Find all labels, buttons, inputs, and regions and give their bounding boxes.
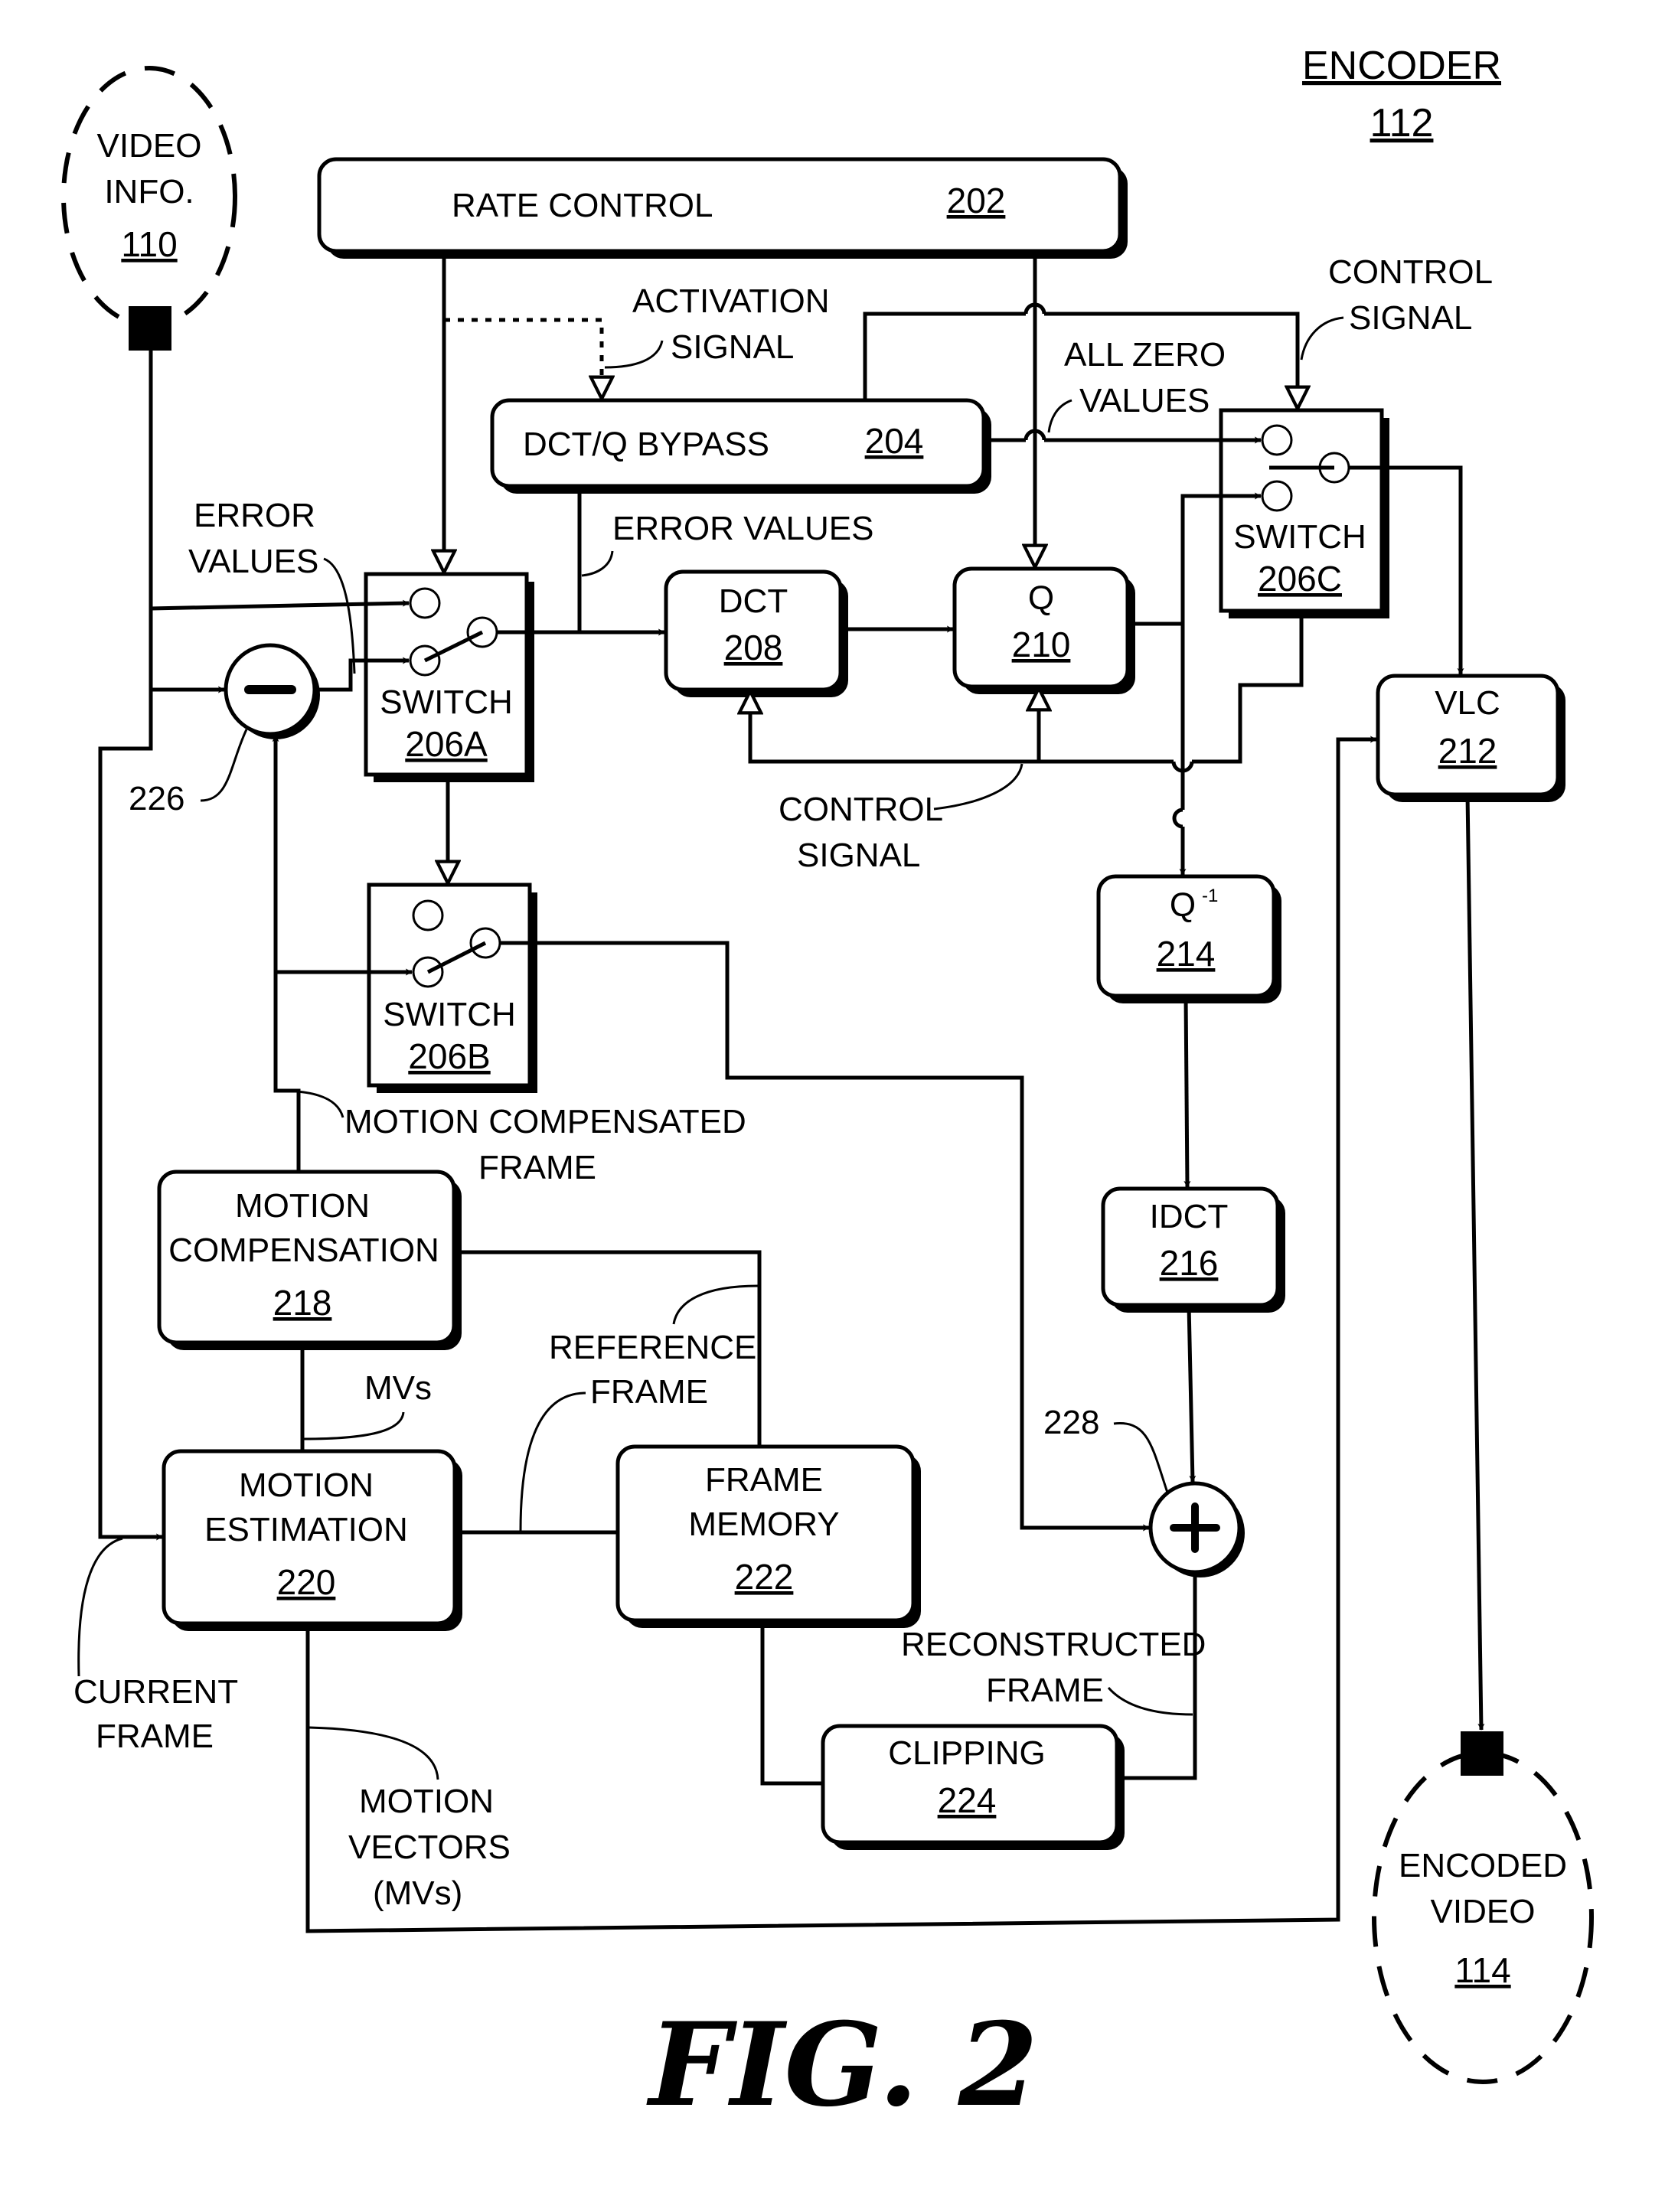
reconstructed-frame-line2: FRAME [986,1672,1104,1709]
current-frame-line2: FRAME [96,1718,214,1755]
vlc-number: 212 [1438,731,1497,771]
video-info-line2: INFO. [104,173,194,210]
motion-estimation-block[interactable]: MOTION ESTIMATION 220 [162,1449,462,1631]
idct-label: IDCT [1150,1198,1229,1235]
control-signal-top-line1: CONTROL [1328,253,1493,291]
activation-signal-line2: SIGNAL [671,328,794,366]
motion-compensation-block[interactable]: MOTION COMPENSATION 218 [157,1170,462,1350]
switch-c-label: SWITCH [1233,518,1366,556]
frame-memory-line2: MEMORY [688,1506,839,1543]
vlc-label: VLC [1435,684,1500,722]
reference-frame-line2: FRAME [590,1373,708,1411]
switch-206b-block[interactable]: SWITCH 206B [367,883,537,1093]
dct-label: DCT [719,582,788,620]
quantizer-block[interactable]: Q 210 [952,566,1135,694]
figure-title: ENCODER [1302,44,1501,88]
video-info-terminal: VIDEO INFO. 110 [61,66,237,351]
encoded-video-number: 114 [1454,1950,1510,1990]
inverse-quantizer-block[interactable]: Q -1 214 [1096,874,1281,1003]
dct-number: 208 [724,628,783,667]
rate-control-number: 202 [947,181,1006,220]
output-port-icon [1461,1731,1503,1776]
all-zero-values-line1: ALL ZERO [1064,336,1226,374]
motion-vectors-line2: VECTORS [348,1829,511,1866]
reference-frame-line1: REFERENCE [549,1329,756,1366]
bypass-label: DCT/Q BYPASS [523,426,769,463]
error-values-left-line2: VALUES [188,543,318,580]
current-frame-line1: CURRENT [73,1673,238,1711]
control-signal-mid-line2: SIGNAL [797,837,920,874]
all-zero-values-line2: VALUES [1079,382,1210,419]
quantizer-number: 210 [1012,625,1071,664]
mvs-label: MVs [364,1369,432,1407]
idct-block[interactable]: IDCT 216 [1101,1186,1285,1313]
inverse-quantizer-label: Q [1170,886,1196,924]
motion-estimation-number: 220 [277,1562,336,1602]
switch-b-label: SWITCH [383,996,516,1033]
motion-compensated-frame-line2: FRAME [478,1149,596,1186]
rate-control-label: RATE CONTROL [452,187,713,224]
subtractor-number: 226 [129,780,184,817]
inverse-quantizer-number: 214 [1157,934,1216,974]
clipping-label: CLIPPING [888,1734,1045,1772]
motion-compensation-number: 218 [273,1283,332,1323]
adder-node: 228 [1043,1404,1245,1577]
encoded-video-line2: VIDEO [1431,1893,1536,1930]
encoded-video-line1: ENCODED [1399,1847,1567,1884]
encoder-block-diagram: ENCODER 112 VIDEO INFO. 110 ENCODED VIDE… [61,44,1594,2132]
inverse-quantizer-superscript: -1 [1202,886,1218,906]
switch-b-number: 206B [408,1036,490,1076]
motion-compensated-frame-line1: MOTION COMPENSATED [344,1103,746,1140]
frame-memory-line1: FRAME [705,1461,823,1499]
motion-vectors-line1: MOTION [359,1783,494,1820]
switch-c-number: 206C [1258,559,1342,599]
figure-caption: FIG. 2 [646,1998,1038,2132]
dct-q-bypass-block[interactable]: DCT/Q BYPASS 204 [490,398,991,494]
error-values-mid-line1: ERROR VALUES [612,510,874,547]
idct-number: 216 [1160,1243,1219,1283]
clipping-block[interactable]: CLIPPING 224 [821,1724,1125,1850]
activation-signal-line1: ACTIVATION [632,282,830,320]
control-signal-top-line2: SIGNAL [1349,299,1472,337]
rate-control-block[interactable]: RATE CONTROL 202 [317,157,1128,259]
video-info-number: 110 [121,224,177,264]
adder-number: 228 [1043,1404,1099,1441]
input-port-icon [129,306,171,351]
switch-a-number: 206A [405,724,488,764]
clipping-number: 224 [938,1780,997,1820]
encoded-video-terminal: ENCODED VIDEO 114 [1372,1731,1594,2084]
motion-vectors-line3: (MVs) [373,1874,462,1912]
subtractor-node: 226 [129,643,320,817]
motion-estimation-line2: ESTIMATION [204,1511,408,1548]
switch-a-label: SWITCH [380,684,513,721]
vlc-block[interactable]: VLC 212 [1376,674,1565,802]
motion-compensation-line2: COMPENSATION [168,1232,439,1269]
motion-compensation-line1: MOTION [235,1187,370,1225]
motion-estimation-line1: MOTION [239,1467,374,1504]
dct-block[interactable]: DCT 208 [664,569,848,697]
reconstructed-frame-line1: RECONSTRUCTED [901,1626,1206,1663]
bypass-number: 204 [865,421,924,461]
frame-memory-number: 222 [735,1557,794,1597]
frame-memory-block[interactable]: FRAME MEMORY 222 [615,1444,921,1628]
control-signal-mid-line1: CONTROL [779,791,943,828]
quantizer-label: Q [1028,579,1054,617]
error-values-left-line1: ERROR [194,497,315,534]
figure-title-number: 112 [1370,101,1434,145]
video-info-line1: VIDEO [97,127,202,165]
